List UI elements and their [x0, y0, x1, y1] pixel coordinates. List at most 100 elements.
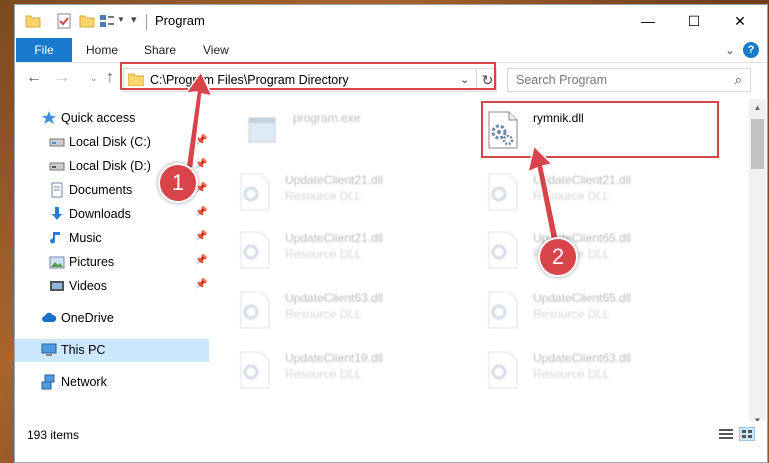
pin-icon[interactable]: 📌 [195, 207, 207, 218]
downloads-icon [52, 207, 62, 220]
sidebar-item-label: Local Disk (C:) [69, 135, 151, 149]
file-name: UpdateClient63.dll [285, 291, 384, 305]
minimize-button[interactable]: — [625, 5, 671, 37]
star-icon [42, 111, 56, 124]
help-icon[interactable]: ? [743, 42, 759, 58]
file-type: Resource DLL [533, 307, 610, 321]
file-item[interactable]: UpdateClient63.dll Resource DLL [237, 287, 477, 333]
dll-gear-icon [240, 231, 270, 269]
step-badge-1: 1 [158, 163, 198, 203]
up-button[interactable]: ↑ [99, 69, 121, 87]
tab-view[interactable]: View [203, 43, 229, 57]
pin-icon[interactable]: 📌 [195, 255, 207, 266]
details-view-icon[interactable] [718, 427, 734, 441]
file-item[interactable]: UpdateClient21.dll Resource DLL [485, 169, 725, 215]
sidebar-item-label: This PC [61, 343, 106, 357]
tab-file[interactable]: File [16, 38, 72, 62]
step-badge-2: 2 [538, 237, 578, 277]
file-type: Resource DLL [285, 247, 362, 261]
scroll-thumb[interactable] [751, 119, 764, 169]
file-item[interactable]: UpdateClient63.dll Resource DLL [485, 347, 725, 393]
search-box[interactable]: Search Program ⌕ [507, 68, 751, 92]
cloud-icon [42, 312, 57, 322]
sidebar-item-label: Videos [69, 279, 107, 293]
window-title: Program [155, 13, 205, 28]
sidebar-item-label: Music [69, 231, 102, 245]
search-icon[interactable]: ⌕ [735, 72, 742, 88]
recent-locations-icon[interactable]: ⌄ [90, 73, 98, 84]
dll-gear-icon [488, 173, 518, 211]
file-item[interactable]: UpdateClient21.dll Resource DLL [237, 227, 477, 273]
large-icons-view-icon[interactable] [739, 427, 755, 441]
pin-icon[interactable]: 📌 [195, 159, 207, 170]
navigation-pane: Quick access Local Disk (C:) 📌 Local Dis… [15, 99, 211, 421]
file-item[interactable]: UpdateClient65.dll Resource DLL [485, 227, 725, 273]
sidebar-item-music[interactable]: Music 📌 [15, 227, 209, 250]
dll-gear-icon [488, 231, 518, 269]
pin-icon[interactable]: 📌 [195, 279, 207, 290]
dll-gear-icon [240, 291, 270, 329]
properties-icon[interactable] [57, 13, 71, 29]
sidebar-item-quick-access[interactable]: Quick access [15, 107, 209, 130]
drive-icon [49, 162, 65, 171]
toolbar-divider [146, 14, 147, 30]
maximize-icon: ☐ [687, 13, 701, 29]
dll-gear-icon [240, 351, 270, 389]
file-name: UpdateClient21.dll [285, 173, 384, 187]
file-item[interactable]: UpdateClient65.dll Resource DLL [485, 287, 725, 333]
file-name: UpdateClient65.dll [533, 291, 632, 305]
pictures-icon [49, 256, 65, 269]
close-button[interactable]: ✕ [717, 5, 763, 37]
sidebar-item-label: Downloads [69, 207, 131, 221]
file-name: UpdateClient63.dll [533, 351, 632, 365]
file-type: Resource DLL [285, 367, 362, 381]
pin-icon[interactable]: 📌 [195, 231, 207, 242]
view-options-icon[interactable] [99, 13, 115, 29]
sidebar-item-onedrive[interactable]: OneDrive [15, 307, 209, 330]
new-folder-icon[interactable] [79, 13, 95, 29]
maximize-button[interactable]: ☐ [671, 5, 717, 37]
folder-icon [25, 15, 41, 28]
dll-gear-icon [240, 173, 270, 211]
dll-gear-icon [488, 291, 518, 329]
tab-share[interactable]: Share [144, 43, 176, 57]
tab-home[interactable]: Home [86, 43, 118, 57]
drive-icon [49, 138, 65, 147]
file-name: UpdateClient19.dll [285, 351, 384, 365]
scroll-up-icon[interactable]: ▲ [749, 99, 766, 116]
sidebar-item-label: Documents [69, 183, 133, 197]
sidebar-item-local-disk-c[interactable]: Local Disk (C:) 📌 [15, 131, 209, 154]
dll-gear-icon [488, 351, 518, 389]
sidebar-item-label: Pictures [69, 255, 115, 269]
vertical-scrollbar[interactable]: ▲ ▼ [749, 99, 766, 429]
sidebar-item-label: Local Disk (D:) [69, 159, 151, 173]
sidebar-item-pictures[interactable]: Pictures 📌 [15, 251, 209, 274]
videos-icon [50, 281, 64, 291]
back-button[interactable]: ← [23, 69, 45, 87]
address-highlight-box [120, 62, 496, 90]
file-item-program-exe[interactable]: program.exe [245, 107, 485, 153]
sidebar-item-network[interactable]: Network [15, 371, 209, 394]
forward-button[interactable]: → [51, 69, 73, 87]
file-type: Resource DLL [533, 189, 610, 203]
sidebar-item-this-pc[interactable]: This PC [15, 339, 209, 362]
sidebar-item-label: Network [61, 375, 107, 389]
minimize-icon: — [641, 13, 655, 29]
status-bar: 193 items [15, 421, 767, 447]
file-name: UpdateClient21.dll [533, 173, 632, 187]
sidebar-item-downloads[interactable]: Downloads 📌 [15, 203, 209, 226]
search-input[interactable]: Search Program [516, 73, 607, 87]
file-name: program.exe [293, 111, 361, 125]
file-item[interactable]: UpdateClient19.dll Resource DLL [237, 347, 477, 393]
computer-icon [41, 343, 57, 356]
pin-icon[interactable]: 📌 [195, 135, 207, 146]
executable-icon [248, 117, 276, 143]
file-name: UpdateClient21.dll [285, 231, 384, 245]
file-type: Resource DLL [285, 307, 362, 321]
expand-ribbon-icon[interactable]: ⌄ [725, 43, 735, 57]
customize-toolbar-icon[interactable]: ▾ [131, 13, 137, 26]
chevron-down-icon[interactable]: ▼ [117, 15, 125, 24]
file-item[interactable]: UpdateClient21.dll Resource DLL [237, 169, 477, 215]
close-icon: ✕ [734, 13, 746, 29]
sidebar-item-videos[interactable]: Videos 📌 [15, 275, 209, 298]
